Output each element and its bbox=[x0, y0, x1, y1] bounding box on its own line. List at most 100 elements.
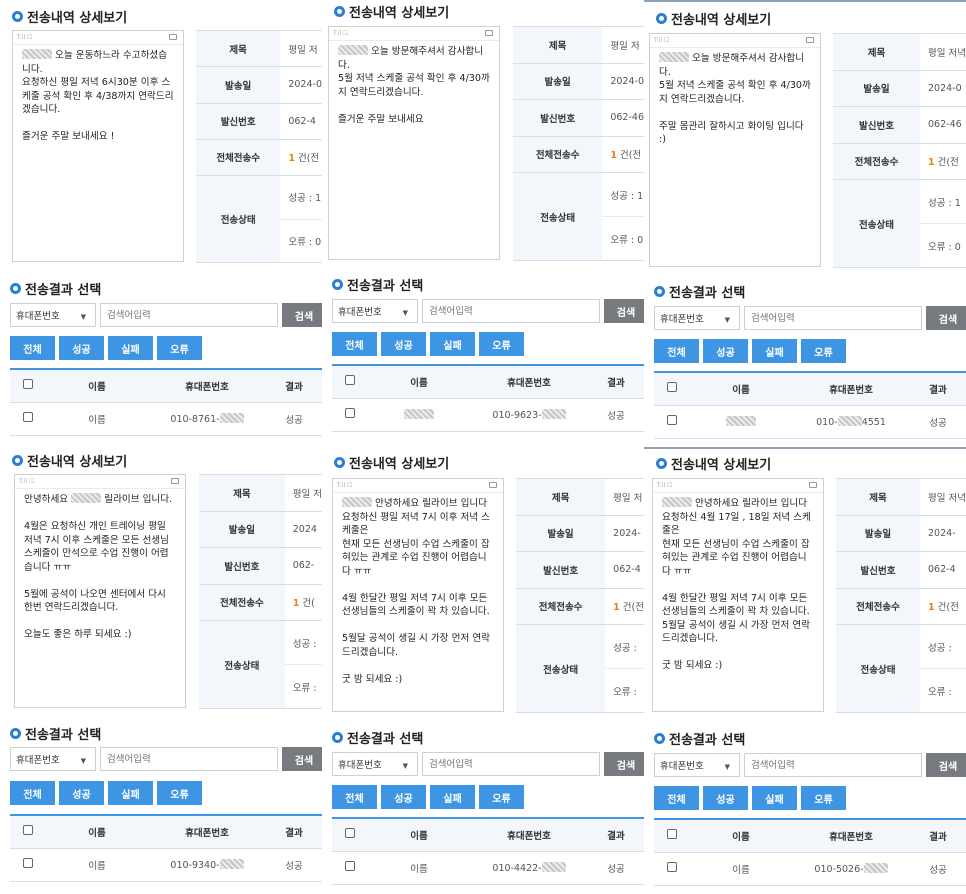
result-title-text: 전송결과 선택 bbox=[669, 285, 746, 301]
table-header-row: 이름 휴대폰번호 결과 bbox=[654, 819, 966, 853]
select-all-checkbox[interactable] bbox=[23, 825, 33, 836]
recipient-name bbox=[368, 398, 470, 432]
filter-all-button[interactable]: 전체 bbox=[10, 336, 55, 360]
subject-value: 평일 저 bbox=[605, 478, 644, 516]
error-count: 오류 : bbox=[284, 664, 322, 709]
search-button[interactable]: 검색 bbox=[926, 306, 966, 330]
subject-value: 평일 저 bbox=[280, 30, 322, 68]
phone-column-header: 휴대폰번호 bbox=[148, 369, 266, 403]
result-column-header: 결과 bbox=[588, 818, 644, 852]
filter-success-button[interactable]: 성공 bbox=[381, 332, 426, 356]
search-input[interactable] bbox=[422, 752, 600, 776]
search-button[interactable]: 검색 bbox=[604, 752, 644, 776]
filter-all-button[interactable]: 전체 bbox=[332, 785, 377, 809]
table-header-row: 이름 휴대폰번호 결과 bbox=[332, 818, 644, 852]
filter-success-button[interactable]: 성공 bbox=[703, 786, 748, 810]
row-checkbox[interactable] bbox=[667, 862, 677, 872]
result-table: 이름 휴대폰번호 결과 이름 010-5026- 성공 bbox=[654, 818, 966, 886]
search-input[interactable] bbox=[100, 303, 278, 327]
total-count-value: 1 건(전 bbox=[920, 588, 966, 626]
search-type-select[interactable]: 휴대폰번호 ▼ bbox=[332, 299, 418, 323]
send-result: 성공 bbox=[588, 398, 644, 432]
filter-success-button[interactable]: 성공 bbox=[381, 785, 426, 809]
send-result: 성공 bbox=[266, 402, 322, 436]
select-all-checkbox[interactable] bbox=[345, 828, 355, 839]
filter-fail-button[interactable]: 실패 bbox=[752, 786, 797, 810]
name-column-header: 이름 bbox=[368, 365, 470, 399]
row-checkbox[interactable] bbox=[345, 408, 355, 418]
filter-success-button[interactable]: 성공 bbox=[59, 781, 104, 805]
filter-error-button[interactable]: 오류 bbox=[157, 336, 202, 360]
filter-fail-button[interactable]: 실패 bbox=[430, 332, 475, 356]
search-type-select[interactable]: 휴대폰번호 ▼ bbox=[654, 753, 740, 777]
filter-all-button[interactable]: 전체 bbox=[654, 339, 699, 363]
table-row: 010-9623- 성공 bbox=[332, 398, 644, 432]
search-button[interactable]: 검색 bbox=[282, 747, 322, 771]
filter-error-button[interactable]: 오류 bbox=[801, 786, 846, 810]
filter-error-button[interactable]: 오류 bbox=[157, 781, 202, 805]
redacted-recipient-name bbox=[404, 408, 434, 419]
table-row: 이름 010-9340- 성공 bbox=[10, 848, 322, 882]
row-checkbox[interactable] bbox=[667, 415, 677, 425]
message-preview: T.il ☐ 오늘 방문해주셔서 감사합니다. 5월 저녁 스케줄 공석 확인 … bbox=[649, 33, 821, 267]
filter-fail-button[interactable]: 실패 bbox=[108, 781, 153, 805]
dropdown-arrow-icon: ▼ bbox=[402, 309, 408, 317]
count-unit: 건(전 bbox=[294, 153, 320, 165]
signal-icon: T.il ☐ bbox=[657, 482, 673, 489]
row-checkbox[interactable] bbox=[345, 861, 355, 871]
menu-icon bbox=[809, 482, 817, 488]
row-checkbox-cell bbox=[332, 398, 368, 432]
search-button[interactable]: 검색 bbox=[282, 303, 322, 327]
search-input[interactable] bbox=[422, 299, 600, 323]
search-button[interactable]: 검색 bbox=[604, 299, 644, 323]
search-input[interactable] bbox=[744, 306, 922, 330]
select-all-checkbox[interactable] bbox=[667, 382, 677, 393]
redacted-name bbox=[659, 52, 689, 62]
filter-fail-button[interactable]: 실패 bbox=[430, 785, 475, 809]
select-value: 휴대폰번호 bbox=[660, 314, 704, 325]
phone-prefix: 010- bbox=[816, 416, 838, 428]
table-row: 이름 010-8761- 성공 bbox=[10, 402, 322, 436]
table-header-row: 이름 휴대폰번호 결과 bbox=[332, 365, 644, 399]
filter-all-button[interactable]: 전체 bbox=[10, 781, 55, 805]
filter-error-button[interactable]: 오류 bbox=[801, 339, 846, 363]
recipient-phone: 010-8761- bbox=[148, 402, 266, 436]
row-checkbox[interactable] bbox=[23, 858, 33, 868]
filter-error-button[interactable]: 오류 bbox=[479, 332, 524, 356]
search-type-select[interactable]: 휴대폰번호 ▼ bbox=[332, 752, 418, 776]
message-info-table: 제목 평일 저 발송일 2024- 발신번호 062-4 전체전송수 1 건(전 전송상… bbox=[516, 478, 644, 713]
send-date-value: 2024-0 bbox=[920, 70, 966, 108]
total-count-label: 전체전송수 bbox=[836, 588, 921, 626]
count-unit: 건(전 bbox=[934, 157, 959, 169]
recipient-phone: 010-5026- bbox=[792, 852, 910, 886]
phone-column-header: 휴대폰번호 bbox=[792, 819, 910, 853]
search-input[interactable] bbox=[744, 753, 922, 777]
phone-status-bar: T.il ☐ bbox=[653, 479, 823, 493]
result-table: 이름 휴대폰번호 결과 이름 010-8761- 성공 bbox=[10, 368, 322, 436]
row-checkbox[interactable] bbox=[23, 412, 33, 422]
filter-fail-button[interactable]: 실패 bbox=[752, 339, 797, 363]
search-type-select[interactable]: 휴대폰번호 ▼ bbox=[10, 303, 96, 327]
search-row: 휴대폰번호 ▼ 검색 bbox=[10, 303, 322, 327]
row-checkbox-cell bbox=[332, 851, 368, 885]
filter-success-button[interactable]: 성공 bbox=[703, 339, 748, 363]
message-preview: T.il ☐ 오늘 운동하느라 수고하셨습니다. 요청하신 평일 저녁 6시30… bbox=[12, 30, 184, 262]
message-text: 안녕하세요 릴라이브 입니다 요청하신 4월 17일 , 18일 저녁 스케줄은… bbox=[653, 493, 823, 677]
select-all-checkbox[interactable] bbox=[345, 375, 355, 386]
message-text-after: 릴라이브 입니다. 4월은 요청하신 개인 트레이닝 평일 저녁 7시 이후 스… bbox=[24, 494, 173, 640]
select-all-checkbox[interactable] bbox=[23, 379, 33, 390]
filter-all-button[interactable]: 전체 bbox=[332, 332, 377, 356]
filter-error-button[interactable]: 오류 bbox=[479, 785, 524, 809]
search-type-select[interactable]: 휴대폰번호 ▼ bbox=[654, 306, 740, 330]
sender-number-label: 발신번호 bbox=[836, 551, 921, 589]
filter-success-button[interactable]: 성공 bbox=[59, 336, 104, 360]
select-all-checkbox[interactable] bbox=[667, 829, 677, 840]
search-type-select[interactable]: 휴대폰번호 ▼ bbox=[10, 747, 96, 771]
search-button[interactable]: 검색 bbox=[926, 753, 966, 777]
filter-fail-button[interactable]: 실패 bbox=[108, 336, 153, 360]
send-status-label: 전송상태 bbox=[836, 624, 921, 713]
search-input[interactable] bbox=[100, 747, 278, 771]
subject-value: 평일 저 bbox=[284, 474, 322, 512]
filter-all-button[interactable]: 전체 bbox=[654, 786, 699, 810]
message-info-table: 제목 평일 저 발송일 2024-0 발신번호 062-4 전체전송수 1 건(전 전송… bbox=[196, 30, 322, 263]
